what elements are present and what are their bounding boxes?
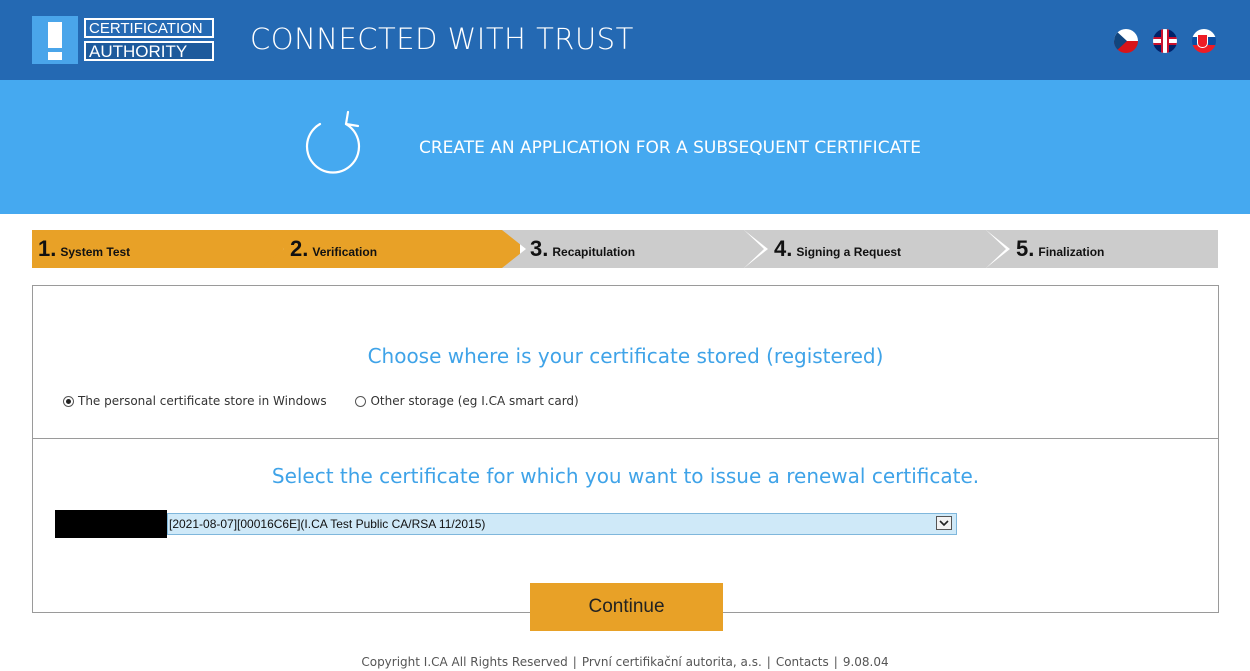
step-label: Recapitulation <box>552 245 636 259</box>
radio-other-storage[interactable]: Other storage (eg I.CA smart card) <box>355 393 579 408</box>
czech-flag-icon[interactable] <box>1114 29 1138 53</box>
page-banner: CREATE AN APPLICATION FOR A SUBSEQUENT C… <box>0 80 1250 214</box>
step-label: Finalization <box>1038 245 1105 259</box>
footer-copyright: Copyright I.CA All Rights Reserved <box>361 655 568 669</box>
step-number: 4. <box>774 236 793 261</box>
wizard-steps: 1. System Test 2. Verification 3. Recapitul… <box>32 230 1218 268</box>
ica-logo[interactable]: CERTIFICATION AUTHORITY <box>32 16 214 64</box>
certificate-heading: Select the certificate for which you wan… <box>271 464 980 488</box>
slovak-flag-icon[interactable] <box>1192 29 1216 53</box>
header: CERTIFICATION AUTHORITY CONNECTED WITH T… <box>0 0 1250 80</box>
step-label: Verification <box>312 245 378 259</box>
refresh-icon <box>305 110 361 174</box>
radio-checked-icon[interactable] <box>63 395 74 407</box>
radio-label: The personal certificate store in Window… <box>78 393 327 408</box>
step-number: 5. <box>1016 236 1035 261</box>
radio-label: Other storage (eg I.CA smart card) <box>370 393 579 408</box>
step-label: Signing a Request <box>796 245 902 259</box>
certificate-select-wrap: [2021-08-07][00016C6E](I.CA Test Public … <box>55 510 957 538</box>
app-title: CONNECTED WITH TRUST <box>250 22 634 56</box>
step-signing-request[interactable]: 4. Signing a Request <box>744 230 1010 268</box>
verification-panel: Choose where is your certificate stored … <box>32 285 1219 613</box>
step-number: 3. <box>530 236 549 261</box>
redacted-block <box>55 510 167 538</box>
certificate-select[interactable]: [2021-08-07][00016C6E](I.CA Test Public … <box>167 513 957 535</box>
footer-company-link[interactable]: První certifikační autorita, a.s. <box>582 655 762 669</box>
logo-mark-icon <box>32 16 78 64</box>
continue-button[interactable]: Continue <box>530 583 723 631</box>
chevron-down-icon[interactable] <box>936 516 952 530</box>
logo-line2: AUTHORITY <box>84 41 214 61</box>
step-label: System Test <box>60 245 131 259</box>
footer-version: 9.08.04 <box>842 655 889 669</box>
step-number: 2. <box>290 236 309 261</box>
step-recapitulation[interactable]: 3. Recapitulation <box>502 230 768 268</box>
banner-title: CREATE AN APPLICATION FOR A SUBSEQUENT C… <box>419 138 921 158</box>
step-number: 1. <box>38 236 57 261</box>
step-verification[interactable]: 2. Verification <box>260 230 520 268</box>
step-finalization[interactable]: 5. Finalization <box>986 230 1218 268</box>
storage-heading: Choose where is your certificate stored … <box>367 344 884 368</box>
section-divider <box>33 438 1218 439</box>
step-system-test[interactable]: 1. System Test <box>32 230 292 268</box>
footer: Copyright I.CA All Rights Reserved | První… <box>361 655 889 669</box>
footer-contacts-link[interactable]: Contacts <box>776 655 829 669</box>
uk-flag-icon[interactable] <box>1153 29 1177 53</box>
certificate-selected-value: [2021-08-07][00016C6E](I.CA Test Public … <box>169 517 486 531</box>
logo-line1: CERTIFICATION <box>84 18 214 38</box>
storage-options: The personal certificate store in Window… <box>63 393 604 408</box>
radio-windows-store[interactable]: The personal certificate store in Window… <box>63 394 327 408</box>
radio-unchecked-icon[interactable] <box>355 395 367 407</box>
